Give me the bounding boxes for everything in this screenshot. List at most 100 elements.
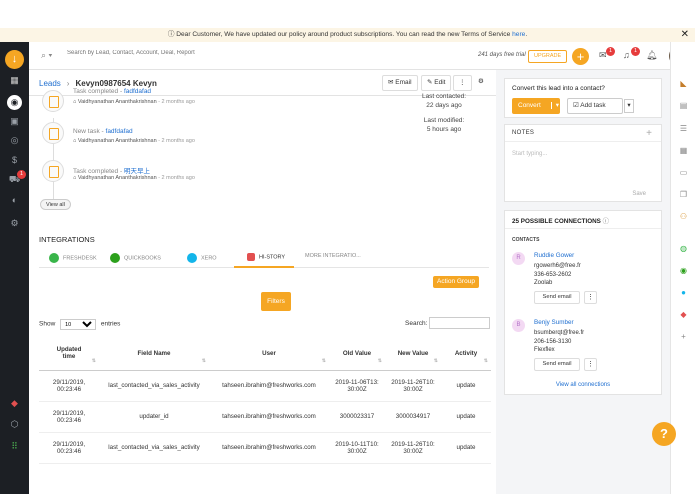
more-icon[interactable]: ⋮ [584, 358, 597, 371]
calendar-icon[interactable]: ▦ [677, 144, 690, 157]
column-header[interactable]: Activity ⇅ [441, 337, 491, 371]
cell-old: 2019-11-06T13:30:00Z [329, 370, 385, 402]
tab-label: QUICKBOOKS [124, 255, 161, 262]
chevron-down-icon[interactable]: ▾ [624, 99, 634, 113]
cell-new: 2019-11-26T10:30:00Z [385, 432, 441, 464]
task-icon [42, 122, 64, 144]
bell-icon[interactable]: 🔔︎ [646, 50, 657, 61]
cell-field: last_contacted_via_sales_activity [99, 370, 209, 402]
add-integration-icon[interactable]: + [677, 330, 690, 343]
quickbooks-icon[interactable]: ◉ [677, 264, 690, 277]
breadcrumb-leads[interactable]: Leads [39, 79, 61, 88]
quick-add-button[interactable]: + [572, 48, 589, 65]
email-button[interactable]: ✉ Email [382, 75, 418, 91]
cell-field: updater_id [99, 401, 209, 433]
tab-label: FRESHDESK [63, 255, 97, 262]
timeline-task-link[interactable]: fadfdafad [106, 128, 133, 135]
global-search-input[interactable] [67, 50, 317, 56]
action-group-button[interactable]: Action Group [433, 276, 479, 288]
table-header-row: Updated time ⇅ Field Name ⇅ User ⇅ Old Valu… [39, 337, 491, 371]
header-label: Updated time [56, 346, 82, 361]
tab-quickbooks[interactable]: QUICKBOOKS [110, 253, 161, 263]
contact-email: bsumberqt@free.fr [534, 330, 585, 336]
timeline-user: Vaidhyanathan Ananthakrishnan [77, 175, 157, 181]
active-tab-indicator [234, 266, 294, 268]
contact-name[interactable]: Ruddie Gower [534, 252, 574, 259]
freddy-icon[interactable]: ◣ [677, 77, 690, 90]
column-header[interactable]: Old Value ⇅ [329, 337, 385, 371]
info-icon: ⓘ [167, 31, 177, 38]
more-icon[interactable]: ⋮ [584, 291, 597, 304]
table-search-label: Search: [405, 320, 428, 327]
notes-title: NOTES [512, 130, 535, 136]
timeline-task-link[interactable]: fadfdafad [124, 88, 151, 95]
page-length-select[interactable]: 10 [60, 319, 97, 330]
column-header[interactable]: Field Name ⇅ [99, 337, 209, 371]
settings-icon[interactable]: ⚙ [473, 75, 489, 91]
revenue-icon[interactable]: $ [8, 154, 21, 167]
sort-icon: ⇅ [91, 357, 96, 364]
table-search-input[interactable] [429, 317, 490, 329]
tab-xero[interactable]: XERO [187, 253, 217, 263]
cell-new: 3000034917 [385, 401, 441, 433]
edit-button[interactable]: ✎ Edit [421, 75, 452, 91]
column-header[interactable]: User ⇅ [209, 337, 329, 371]
view-all-button[interactable]: View all [40, 199, 71, 210]
task-icon [42, 90, 64, 112]
sort-icon: ⇅ [201, 357, 206, 364]
notes-input[interactable]: Start typing... [512, 151, 547, 157]
xero-icon[interactable]: ● [677, 286, 690, 299]
apps-grid-icon[interactable]: ⠿ [8, 440, 21, 453]
add-task-button[interactable]: ☑ Add task ▾ [567, 98, 634, 114]
terms-link[interactable]: here [512, 31, 525, 38]
people-icon[interactable]: ⚇ [677, 210, 690, 223]
contacts-label: CONTACTS [512, 237, 540, 243]
column-header[interactable]: New Value ⇅ [385, 337, 441, 371]
send-email-button[interactable]: Send email [534, 291, 580, 304]
accounts-icon[interactable]: ▣ [8, 115, 21, 128]
close-icon[interactable]: ✕ [681, 28, 689, 42]
main-content: Task completed - fadfdafad ⌂ Vaidhyanath… [29, 88, 496, 494]
app-logo[interactable]: ↓ [5, 50, 24, 69]
timeline-title: Task completed - fadfdafad [73, 88, 151, 95]
convert-button[interactable]: Convert ▾ [512, 98, 560, 114]
reports-icon[interactable]: ◐ [8, 194, 21, 207]
upgrade-button[interactable]: UPGRADE [528, 50, 568, 63]
more-button[interactable]: ⋮ [453, 75, 472, 91]
marketplace-icon[interactable]: ◆ [8, 397, 21, 410]
filters-button[interactable]: Filters [261, 292, 291, 311]
freshdesk-icon[interactable]: ◍ [677, 242, 690, 255]
connections-title: 25 POSSIBLE CONNECTIONS ⓘ [512, 216, 609, 225]
timeline-user: Vaidhyanathan Ananthakrishnan [77, 138, 157, 144]
tab-more-integrations[interactable]: MORE INTEGRATIO... [305, 253, 361, 259]
list-icon[interactable]: ☰ [677, 122, 690, 135]
document-icon[interactable]: ▤ [677, 99, 690, 112]
view-all-connections-link[interactable]: View all connections [505, 382, 661, 388]
save-note-button[interactable]: Save [632, 191, 646, 197]
contact-email: rgowerh6@free.fr [534, 263, 581, 269]
history-icon[interactable]: ◆ [677, 308, 690, 321]
cell-text: 2019-11-26T10:30:00Z [391, 378, 435, 393]
tab-freshdesk[interactable]: FRESHDESK [49, 253, 97, 263]
send-email-button[interactable]: Send email [534, 358, 580, 371]
deals-icon[interactable]: ◎ [8, 134, 21, 147]
dashboard-icon[interactable]: ▦ [8, 74, 21, 87]
tab-history[interactable]: HI-STORY [247, 253, 285, 261]
add-note-icon[interactable]: + [646, 128, 652, 139]
settings-icon[interactable]: ⚙ [8, 217, 21, 230]
contacts-icon[interactable]: ◉ [7, 95, 22, 110]
timeline-task-link[interactable]: 明天早上 [124, 168, 150, 175]
column-header[interactable]: Updated time ⇅ [39, 337, 99, 371]
notification-icon[interactable]: ♫ [623, 50, 630, 60]
help-button[interactable]: ? [652, 422, 676, 446]
timeline-ago: 2 months ago [161, 175, 195, 181]
chevron-right-icon: › [66, 79, 70, 88]
contact-name[interactable]: Benjy Sumber [534, 319, 574, 326]
cell-text: 29/11/2019, 00:23:46 [52, 378, 86, 393]
chevron-down-icon[interactable]: ▾ [550, 102, 560, 109]
copy-icon[interactable]: ❐ [677, 188, 690, 201]
campaign-icon[interactable]: ⬡ [8, 418, 21, 431]
folder-icon[interactable]: ▭ [677, 166, 690, 179]
convert-label: Convert [518, 102, 541, 109]
search-icon[interactable]: ⌕ ▾ [41, 50, 52, 61]
